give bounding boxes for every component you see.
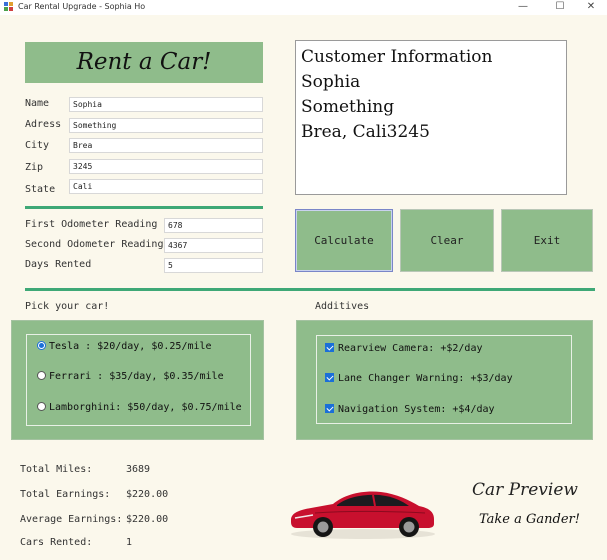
rearview-camera-label: Rearview Camera: +$2/day <box>338 343 483 354</box>
navigation-system-label: Navigation System: +$4/day <box>338 404 495 415</box>
additives-group-label: Additives <box>315 301 370 312</box>
second-odometer-field[interactable]: 4367 <box>164 238 263 253</box>
info-line-address: Something <box>301 97 395 117</box>
days-rented-label: Days Rented <box>25 259 92 270</box>
red-car-image <box>291 491 435 539</box>
lamborghini-radio-label: Lamborghini: $50/day, $0.75/mile <box>49 402 242 413</box>
zip-label: Zip <box>25 162 44 173</box>
cars-rented-value: 1 <box>126 537 133 548</box>
second-odometer-label: Second Odometer Reading <box>25 239 164 250</box>
car-preview-title: Car Preview <box>472 480 578 500</box>
tesla-radio[interactable]: Tesla : $20/day, $0.25/mile <box>37 341 212 352</box>
radio-unselected-icon[interactable] <box>37 371 46 380</box>
customer-info-box: Customer Information Sophia Something Br… <box>295 40 567 195</box>
average-earnings-label: Average Earnings: <box>20 514 123 525</box>
total-earnings-value: $220.00 <box>126 489 169 500</box>
info-heading: Customer Information <box>301 47 493 67</box>
ferrari-radio[interactable]: Ferrari : $35/day, $0.35/mile <box>37 371 224 382</box>
total-miles-label: Total Miles: <box>20 464 93 475</box>
city-label: City <box>25 140 50 151</box>
clear-button[interactable]: Clear <box>400 209 494 272</box>
total-miles-value: 3689 <box>126 464 151 475</box>
state-label: State <box>25 184 56 195</box>
checkbox-checked-icon[interactable] <box>325 373 334 382</box>
name-field[interactable]: Sophia <box>69 97 263 112</box>
car-group-label: Pick your car! <box>25 301 110 312</box>
address-field[interactable]: Something <box>69 118 263 133</box>
ferrari-radio-label: Ferrari : $35/day, $0.35/mile <box>49 371 224 382</box>
checkbox-checked-icon[interactable] <box>325 404 334 413</box>
radio-unselected-icon[interactable] <box>37 402 46 411</box>
minimize-button[interactable]: — <box>506 0 540 15</box>
rent-a-car-banner: Rent a Car! <box>25 42 263 83</box>
app-icon <box>4 2 13 11</box>
first-odometer-field[interactable]: 678 <box>164 218 263 233</box>
days-rented-field[interactable]: 5 <box>164 258 263 273</box>
calculate-button[interactable]: Calculate <box>295 209 393 272</box>
name-label: Name <box>25 98 50 109</box>
city-field[interactable]: Brea <box>69 138 263 153</box>
window-title: Car Rental Upgrade - Sophia Ho <box>18 2 146 11</box>
car-preview-subtitle: Take a Gander! <box>479 512 580 527</box>
tesla-radio-label: Tesla : $20/day, $0.25/mile <box>49 341 212 352</box>
divider-full <box>25 288 595 291</box>
state-field[interactable]: Cali <box>69 179 263 194</box>
window-titlebar: Car Rental Upgrade - Sophia Ho — ☐ ✕ <box>0 0 607 15</box>
close-button[interactable]: ✕ <box>574 0 607 15</box>
first-odometer-label: First Odometer Reading <box>25 219 158 230</box>
additives-panel: Rearview Camera: +$2/day Lane Changer Wa… <box>296 320 593 440</box>
zip-field[interactable]: 3245 <box>69 159 263 174</box>
lane-changer-checkbox[interactable]: Lane Changer Warning: +$3/day <box>325 373 513 384</box>
average-earnings-value: $220.00 <box>126 514 169 525</box>
exit-button[interactable]: Exit <box>501 209 593 272</box>
checkbox-checked-icon[interactable] <box>325 343 334 352</box>
address-label: Adress <box>25 119 62 130</box>
divider-left <box>25 206 263 209</box>
lane-changer-label: Lane Changer Warning: +$3/day <box>338 373 513 384</box>
cars-rented-label: Cars Rented: <box>20 537 93 548</box>
navigation-system-checkbox[interactable]: Navigation System: +$4/day <box>325 404 495 415</box>
radio-selected-icon[interactable] <box>37 341 46 350</box>
info-line-city-state-zip: Brea, Cali3245 <box>301 122 430 142</box>
maximize-button[interactable]: ☐ <box>543 0 577 15</box>
lamborghini-radio[interactable]: Lamborghini: $50/day, $0.75/mile <box>37 402 242 413</box>
info-line-name: Sophia <box>301 72 361 92</box>
rearview-camera-checkbox[interactable]: Rearview Camera: +$2/day <box>325 343 483 354</box>
car-choice-panel: Tesla : $20/day, $0.25/mile Ferrari : $3… <box>11 320 264 440</box>
total-earnings-label: Total Earnings: <box>20 489 111 500</box>
